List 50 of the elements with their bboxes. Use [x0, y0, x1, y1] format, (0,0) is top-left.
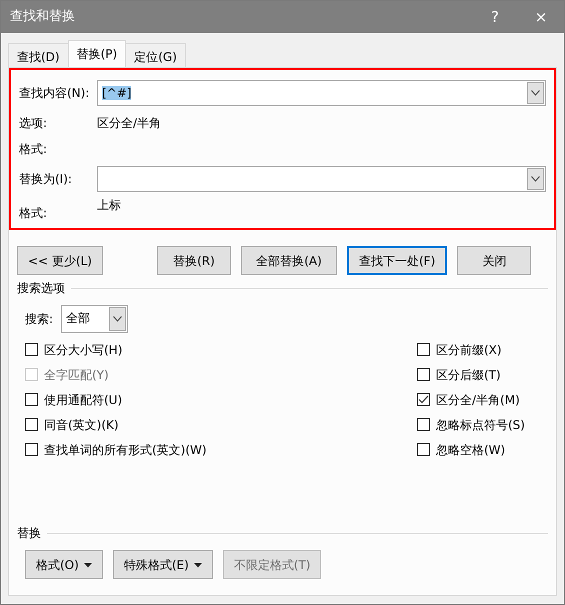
dialog-button[interactable]: 替换(R): [156, 246, 231, 275]
checkbox-label: 区分全/半角(M): [436, 392, 520, 408]
tab[interactable]: 替换(P): [68, 40, 126, 67]
field-label: 格式:: [19, 141, 48, 158]
options-value: 区分全/半角: [97, 115, 162, 132]
dialog-button[interactable]: 查找下一处(F): [346, 246, 448, 275]
search-dropdown[interactable]: 全部: [61, 305, 128, 333]
checkbox-label: 区分前缀(X): [436, 342, 502, 358]
checkbox-label: 查找单词的所有形式(英文)(W): [44, 442, 207, 458]
chevron-icon[interactable]: [109, 307, 126, 331]
replace-field[interactable]: [97, 166, 546, 192]
checkbox[interactable]: [25, 343, 38, 356]
field-label: 选项:: [19, 115, 48, 132]
checkbox[interactable]: [25, 418, 38, 431]
checkbox-label: 区分后缀(T): [436, 366, 501, 384]
tab[interactable]: 查找(D): [8, 43, 69, 67]
checkbox[interactable]: [417, 368, 430, 381]
help-button[interactable]: ?: [472, 6, 518, 28]
dialog-button[interactable]: << 更少(L): [17, 246, 103, 275]
checkbox[interactable]: [25, 443, 38, 456]
field-label: 格式:: [19, 205, 48, 222]
section-heading: 搜索选项: [17, 280, 65, 297]
checkbox-label: 忽略空格(W): [436, 442, 506, 458]
dialog-button[interactable]: 关闭: [457, 246, 532, 275]
format-value: 上标: [97, 197, 121, 214]
checkbox[interactable]: [25, 393, 38, 406]
tab[interactable]: 定位(G): [125, 43, 186, 67]
caret-icon: [84, 562, 92, 568]
checkbox[interactable]: [417, 418, 430, 431]
window-title: 查找和替换: [10, 8, 76, 26]
field-label: 搜索:: [25, 311, 54, 328]
checkbox[interactable]: [417, 393, 430, 406]
field-label: 查找内容(N):: [19, 85, 90, 102]
find-field[interactable]: [^#]: [97, 80, 546, 106]
checkbox[interactable]: [417, 443, 430, 456]
checkbox-label: 使用通配符(U): [44, 392, 122, 408]
format-button[interactable]: 特殊格式(E): [112, 550, 213, 579]
checkbox-label: 全字匹配(Y): [44, 366, 109, 384]
checkbox-label: 同音(英文)(K): [44, 416, 119, 434]
chevron-icon[interactable]: [527, 168, 544, 190]
close-button[interactable]: ×: [518, 6, 564, 28]
section-heading: 替换: [17, 525, 41, 542]
field-label: 替换为(I):: [19, 171, 73, 188]
checkbox[interactable]: [417, 343, 430, 356]
chevron-icon[interactable]: [527, 82, 544, 104]
checkbox-label: 忽略标点符号(S): [436, 416, 525, 434]
checkbox-label: 区分大小写(H): [44, 342, 122, 358]
caret-icon: [194, 562, 202, 568]
format-button[interactable]: 格式(O): [25, 550, 103, 579]
dialog-button[interactable]: 全部替换(A): [240, 246, 337, 275]
